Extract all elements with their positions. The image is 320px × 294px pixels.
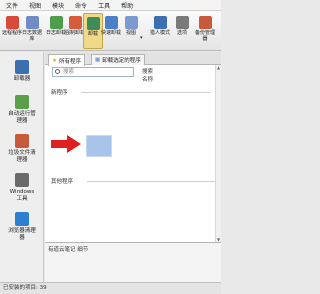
nav-item-autorun[interactable]: 自动运行管理器: [2, 95, 42, 125]
section-divider: [87, 181, 217, 182]
quick-uninstall-icon: [104, 16, 118, 29]
column-name-header[interactable]: 名称: [142, 75, 153, 83]
search-icon: [55, 69, 60, 74]
menu-commands[interactable]: 命令: [75, 1, 87, 10]
menu-view[interactable]: 视图: [29, 1, 41, 10]
nav-item-browser-cleaner[interactable]: 浏览器清理器: [2, 212, 42, 242]
options-icon: [175, 16, 189, 29]
remote-programs-button[interactable]: 远程程序: [2, 13, 22, 49]
menu-help[interactable]: 帮助: [121, 1, 133, 10]
details-panel-title: 有道云笔记 细节: [48, 247, 89, 253]
nav-item-windows-tools[interactable]: Windows 工具: [2, 173, 42, 203]
main-panel: ★ 所有程序 ▦ 卸载选定的程序 搜索 搜索 名称 新程序 其他程序 ▲ ▼ 有…: [45, 52, 221, 282]
tab-strip: ★ 所有程序 ▦ 卸载选定的程序: [45, 52, 221, 66]
scroll-up-icon[interactable]: ▲: [216, 65, 221, 70]
menu-file[interactable]: 文件: [6, 1, 18, 10]
uninstaller-icon: [15, 60, 29, 74]
tab-uninstall-selected[interactable]: ▦ 卸载选定的程序: [91, 54, 145, 65]
red-arrow-icon: [51, 135, 81, 153]
toolbar: 远程程序 日志数据库 日志卸载 强制卸载 卸载 快速卸载 视图 ▾ 猎人模式 选…: [0, 11, 221, 51]
quick-uninstall-button[interactable]: 快速卸载: [101, 13, 121, 49]
options-button[interactable]: 选项: [172, 13, 192, 49]
section-other-programs: 其他程序: [51, 179, 74, 185]
logs-database-button[interactable]: 日志数据库: [22, 13, 42, 49]
status-bar: 已安装的项目: 39: [0, 282, 221, 294]
backup-manager-button[interactable]: 备份管理器: [195, 13, 215, 49]
menu-modules[interactable]: 模块: [52, 1, 64, 10]
autorun-icon: [15, 95, 29, 109]
menu-bar: 文件 视图 模块 命令 工具 帮助: [0, 0, 221, 11]
left-nav: 卸载器 自动运行管理器 垃圾文件清理器 Windows 工具 浏览器清理器: [0, 52, 44, 282]
grid-icon: ▦: [95, 57, 101, 63]
hunter-mode-button[interactable]: 猎人模式: [150, 13, 170, 49]
section-new-programs: 新程序: [51, 90, 68, 96]
program-item[interactable]: [86, 135, 112, 157]
hunter-icon: [153, 16, 167, 29]
log-uninstall-button[interactable]: 日志卸载: [46, 13, 66, 49]
menu-tools[interactable]: 工具: [98, 1, 110, 10]
nav-item-junk-cleaner[interactable]: 垃圾文件清理器: [2, 134, 42, 164]
view-icon: [124, 16, 138, 29]
section-divider: [81, 92, 211, 93]
star-icon: ★: [52, 57, 57, 64]
view-dropdown-icon[interactable]: ▾: [140, 35, 143, 41]
vertical-scrollbar[interactable]: ▲ ▼: [215, 65, 221, 242]
log-uninstall-icon: [49, 16, 63, 29]
view-button[interactable]: 视图: [121, 13, 141, 49]
search-input[interactable]: 搜索: [52, 67, 134, 77]
backup-icon: [198, 16, 212, 29]
database-icon: [25, 16, 39, 29]
browser-cleaner-icon: [15, 212, 29, 226]
tab-all-programs[interactable]: ★ 所有程序: [48, 54, 85, 66]
column-search-header[interactable]: 搜索: [142, 67, 153, 75]
uninstall-icon: [86, 17, 100, 30]
force-uninstall-icon: [68, 16, 82, 29]
remote-icon: [5, 16, 19, 29]
junk-cleaner-icon: [15, 134, 29, 148]
nav-item-uninstaller[interactable]: 卸载器: [2, 60, 42, 83]
windows-tools-icon: [15, 173, 29, 187]
details-panel: 有道云笔记 细节: [45, 242, 221, 282]
